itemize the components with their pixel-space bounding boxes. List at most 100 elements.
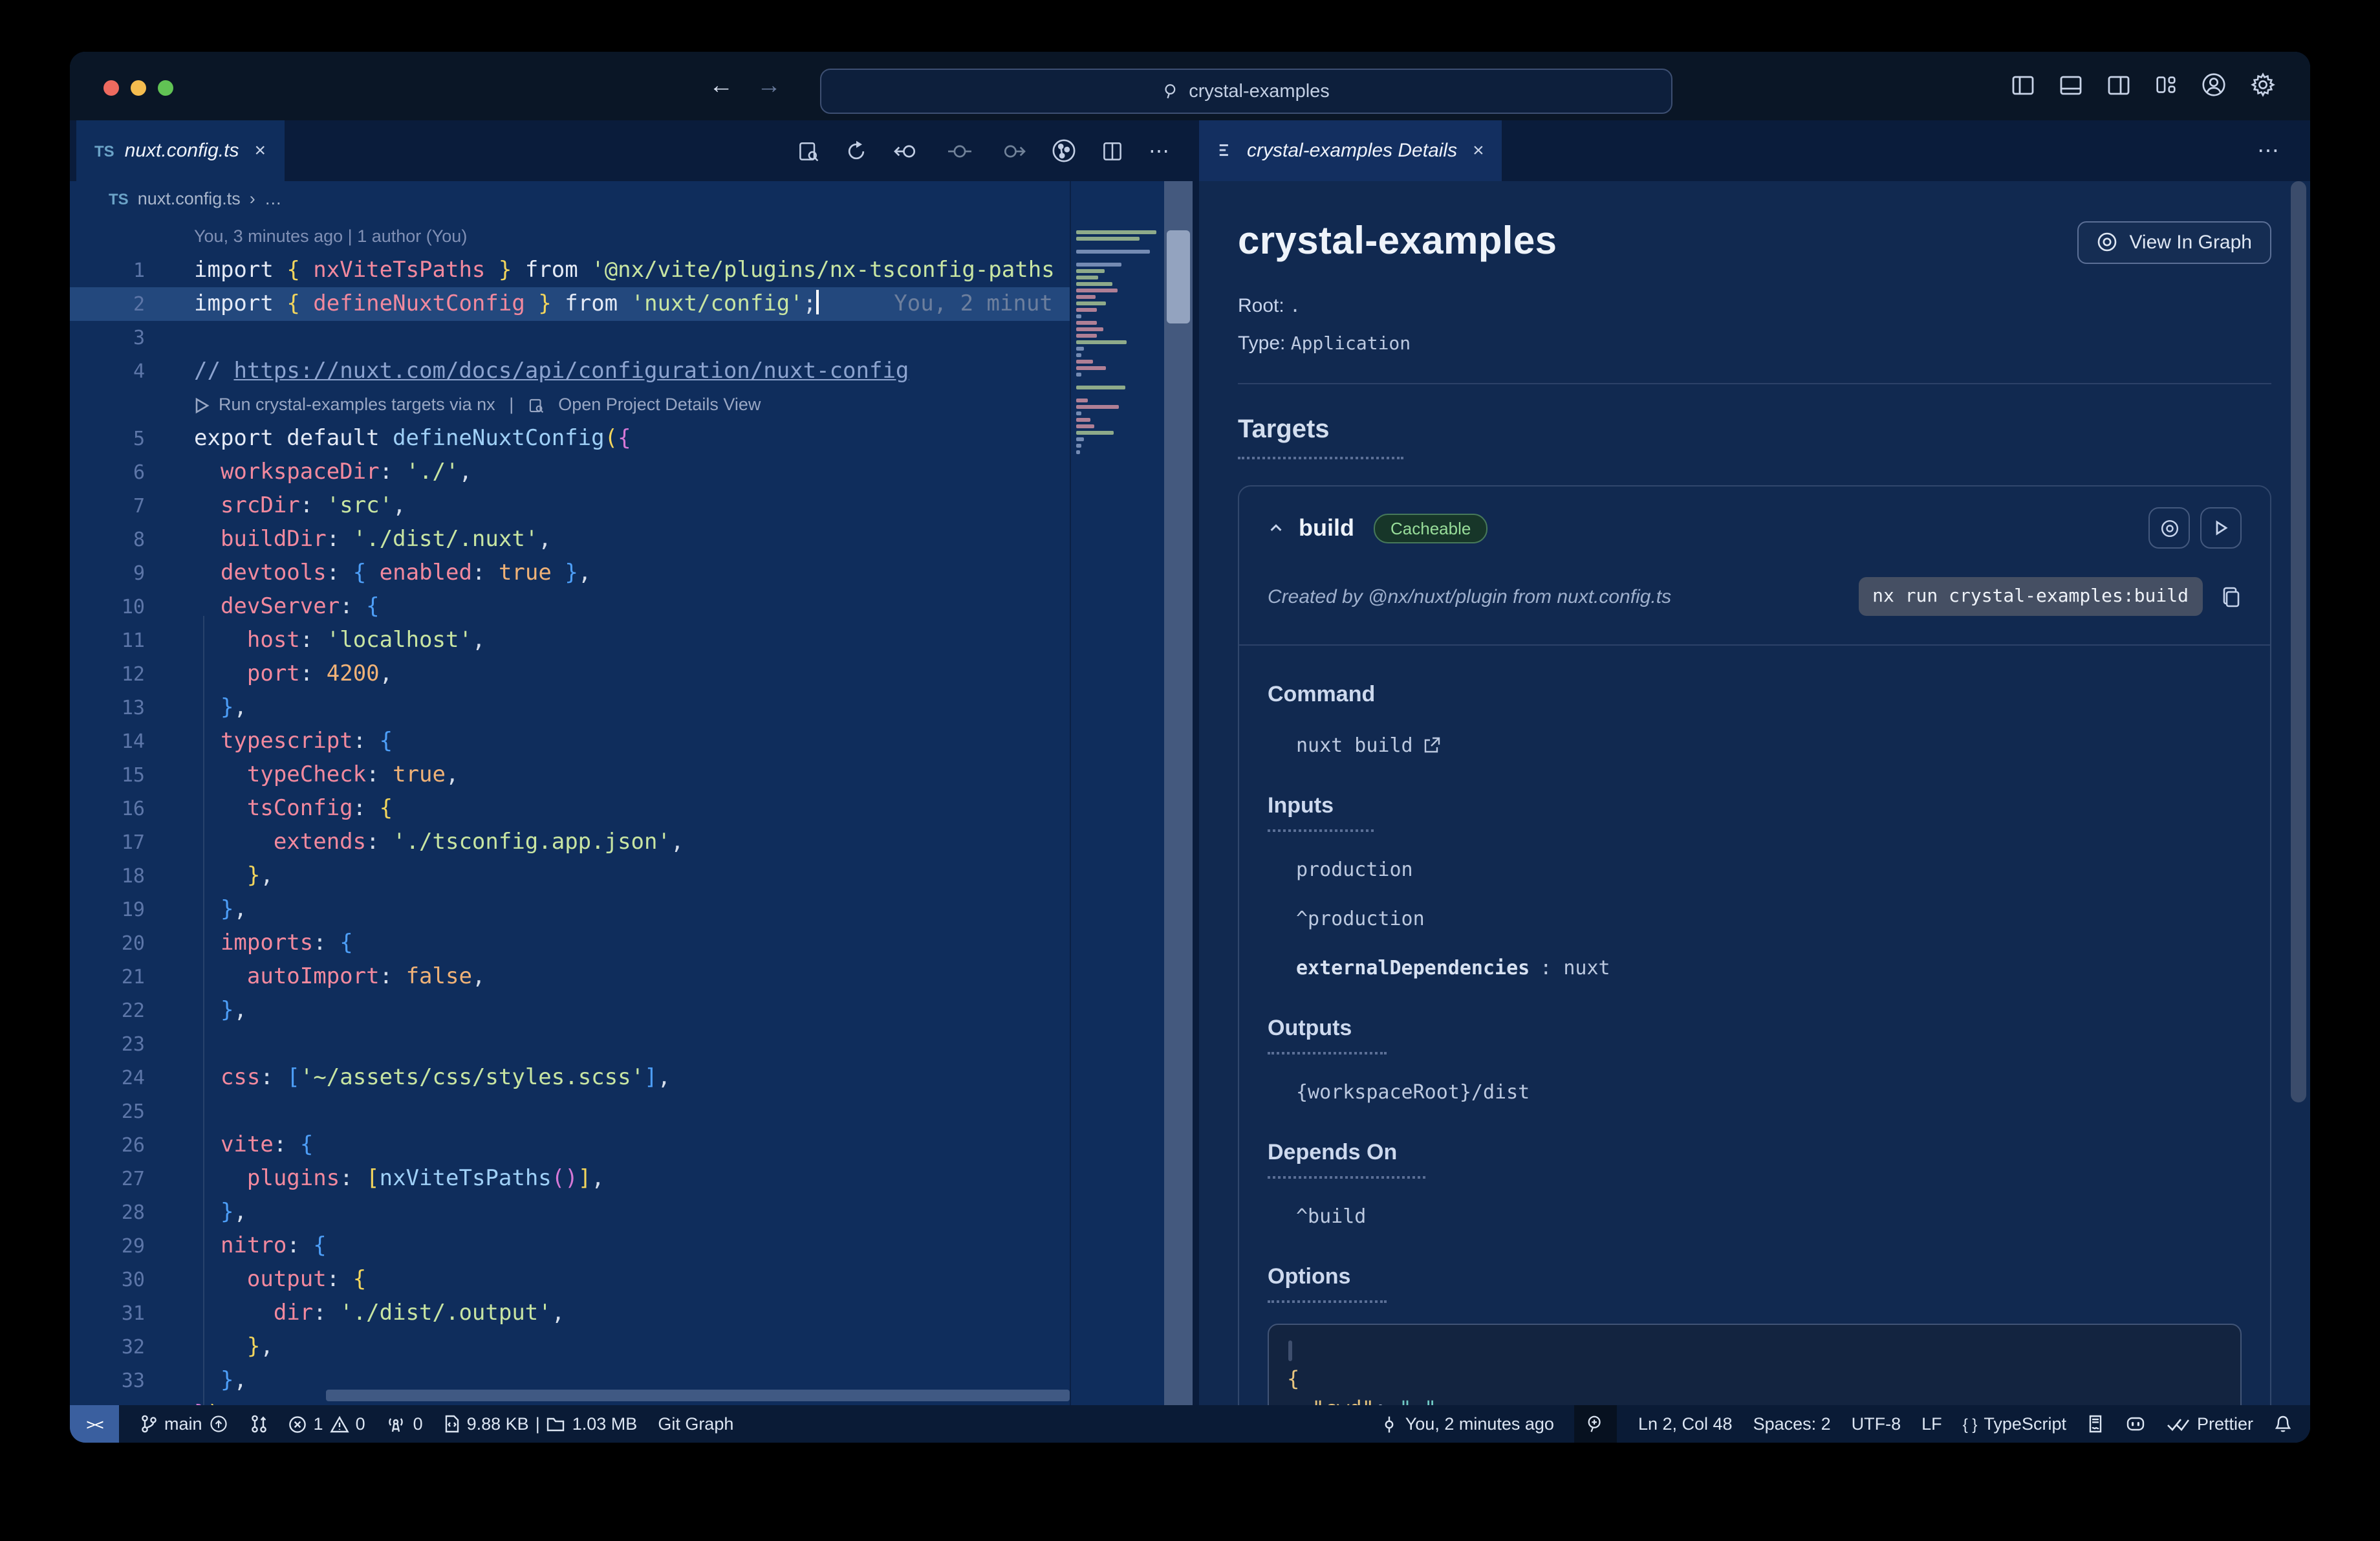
- code-line[interactable]: 11 host: 'localhost',: [70, 624, 1070, 657]
- prettier-item[interactable]: Prettier: [2167, 1414, 2253, 1434]
- nav-back-icon[interactable]: ←: [709, 72, 733, 101]
- eslint-item[interactable]: [2087, 1414, 2105, 1434]
- code-line[interactable]: 32 },: [70, 1330, 1070, 1364]
- tab-nuxt-config[interactable]: TS nuxt.config.ts ×: [76, 120, 284, 181]
- editor-panel-splitter[interactable]: [1193, 181, 1199, 1405]
- feedback-item[interactable]: 0: [386, 1414, 423, 1434]
- window-controls[interactable]: [103, 80, 173, 96]
- breadcrumb-file[interactable]: nuxt.config.ts: [138, 189, 241, 208]
- close-window-button[interactable]: [103, 80, 119, 96]
- code-line[interactable]: 19 },: [70, 893, 1070, 926]
- file-size-item[interactable]: 9.88 KB | 1.03 MB: [444, 1414, 637, 1434]
- open-preview-icon[interactable]: [797, 139, 820, 162]
- tab-project-details[interactable]: crystal-examples Details ×: [1199, 120, 1502, 181]
- minimap[interactable]: [1070, 181, 1163, 1405]
- code-line[interactable]: 20 imports: {: [70, 926, 1070, 960]
- compare-changes-item[interactable]: [250, 1414, 268, 1434]
- code-line[interactable]: 22 },: [70, 994, 1070, 1027]
- split-editor-icon[interactable]: [1101, 139, 1124, 162]
- account-icon[interactable]: [2200, 71, 2227, 98]
- panel-more-actions-icon[interactable]: ⋯: [2257, 120, 2282, 181]
- notifications-item[interactable]: [2274, 1414, 2292, 1434]
- blame-item[interactable]: You, 2 minutes ago: [1381, 1414, 1554, 1434]
- code-line[interactable]: 28 },: [70, 1196, 1070, 1229]
- line-number: 27: [121, 1167, 145, 1190]
- tab-close-icon[interactable]: ×: [254, 140, 266, 162]
- panel-scrollbar-thumb[interactable]: [2291, 181, 2306, 1102]
- code-line[interactable]: 21 autoImport: false,: [70, 960, 1070, 994]
- code-line[interactable]: 13 },: [70, 691, 1070, 725]
- collapse-chevron-icon[interactable]: [1268, 519, 1284, 536]
- code-line[interactable]: 14 typescript: {: [70, 725, 1070, 758]
- code-line[interactable]: 1 import { nxViteTsPaths } from '@nx/vite…: [70, 254, 1070, 287]
- editor-scrollbar-thumb[interactable]: [1167, 230, 1190, 323]
- breadcrumb-symbol[interactable]: …: [265, 189, 282, 208]
- code-editor[interactable]: TS nuxt.config.ts › … You, 3 minutes ago…: [70, 181, 1164, 1405]
- toggle-primary-sidebar-icon[interactable]: [2010, 72, 2036, 98]
- breadcrumb[interactable]: TS nuxt.config.ts › …: [109, 189, 282, 208]
- view-in-graph-button[interactable]: View In Graph: [2077, 221, 2271, 263]
- options-code-block[interactable]: { "cwd": "."}: [1268, 1324, 2242, 1405]
- code-line[interactable]: 26 vite: {: [70, 1128, 1070, 1162]
- nav-forward-icon[interactable]: →: [757, 72, 781, 101]
- zoom-indicator-item[interactable]: [1574, 1405, 1617, 1443]
- run-icon[interactable]: [194, 397, 210, 413]
- horizontal-scrollbar[interactable]: [326, 1390, 1070, 1401]
- code-line[interactable]: 8 buildDir: './dist/.nuxt',: [70, 523, 1070, 556]
- editor-more-actions-icon[interactable]: ⋯: [1149, 138, 1171, 164]
- codelens-row[interactable]: Run crystal-examples targets via nx | Op…: [70, 388, 1070, 422]
- code-line[interactable]: 7 srcDir: 'src',: [70, 489, 1070, 523]
- next-change-icon[interactable]: [999, 139, 1027, 162]
- code-line[interactable]: 25: [70, 1095, 1070, 1128]
- eol-item[interactable]: LF: [1921, 1414, 1942, 1434]
- external-link-icon[interactable]: [1423, 736, 1442, 754]
- command-center-search[interactable]: crystal-examples: [820, 69, 1672, 114]
- settings-gear-icon[interactable]: [2249, 71, 2277, 98]
- toggle-panel-icon[interactable]: [2058, 72, 2084, 98]
- code-line[interactable]: 12 port: 4200,: [70, 657, 1070, 691]
- remote-indicator[interactable]: ><: [70, 1405, 119, 1443]
- current-change-icon[interactable]: [946, 139, 974, 162]
- code-line[interactable]: 5 export default defineNuxtConfig({: [70, 422, 1070, 455]
- code-line[interactable]: 9 devtools: { enabled: true },: [70, 556, 1070, 590]
- tab-close-icon[interactable]: ×: [1473, 140, 1484, 162]
- code-line[interactable]: 31 dir: './dist/.output',: [70, 1296, 1070, 1330]
- git-branch-item[interactable]: main: [140, 1414, 230, 1434]
- customize-layout-icon[interactable]: [2154, 72, 2178, 97]
- previous-change-icon[interactable]: [892, 139, 921, 162]
- problems-item[interactable]: 1 0: [289, 1414, 365, 1434]
- open-details-icon[interactable]: [528, 397, 545, 413]
- git-graph-item[interactable]: Git Graph: [658, 1414, 733, 1434]
- code-line[interactable]: 30 output: {: [70, 1263, 1070, 1296]
- maximize-window-button[interactable]: [158, 80, 173, 96]
- code-line[interactable]: 16 tsConfig: {: [70, 792, 1070, 825]
- run-command-chip[interactable]: nx run crystal-examples:build: [1858, 577, 2203, 616]
- refresh-icon[interactable]: [845, 139, 868, 162]
- code-lines[interactable]: You, 3 minutes ago | 1 author (You) 1 impo…: [70, 220, 1070, 1405]
- editor-scrollbar-track[interactable]: [1164, 181, 1193, 1405]
- run-target-button[interactable]: [2200, 507, 2242, 549]
- target-name[interactable]: build: [1299, 514, 1354, 541]
- code-line[interactable]: 6 workspaceDir: './',: [70, 455, 1070, 489]
- code-line[interactable]: 3: [70, 321, 1070, 355]
- encoding-item[interactable]: UTF-8: [1852, 1414, 1901, 1434]
- code-line[interactable]: 27 plugins: [nxViteTsPaths()],: [70, 1162, 1070, 1196]
- code-line[interactable]: 17 extends: './tsconfig.app.json',: [70, 825, 1070, 859]
- source-control-graph-icon[interactable]: [1052, 138, 1076, 163]
- code-line[interactable]: 18 },: [70, 859, 1070, 893]
- indentation-item[interactable]: Spaces: 2: [1753, 1414, 1831, 1434]
- code-line[interactable]: 29 nitro: {: [70, 1229, 1070, 1263]
- language-item[interactable]: { } TypeScript: [1963, 1414, 2066, 1434]
- code-line[interactable]: 24 css: ['~/assets/css/styles.scss'],: [70, 1061, 1070, 1095]
- code-line[interactable]: 15 typeCheck: true,: [70, 758, 1070, 792]
- code-line[interactable]: 10 devServer: {: [70, 590, 1070, 624]
- toggle-secondary-sidebar-icon[interactable]: [2106, 72, 2132, 98]
- view-target-graph-button[interactable]: [2148, 507, 2190, 549]
- copilot-item[interactable]: [2126, 1414, 2147, 1434]
- code-line[interactable]: 4// https://nuxt.com/docs/api/configurat…: [70, 355, 1070, 388]
- minimize-window-button[interactable]: [131, 80, 146, 96]
- copy-icon[interactable]: [2221, 585, 2242, 607]
- code-line[interactable]: 23: [70, 1027, 1070, 1061]
- code-line[interactable]: 2 import { defineNuxtConfig } from 'nuxt/…: [70, 287, 1070, 321]
- line-col-item[interactable]: Ln 2, Col 48: [1638, 1414, 1733, 1434]
